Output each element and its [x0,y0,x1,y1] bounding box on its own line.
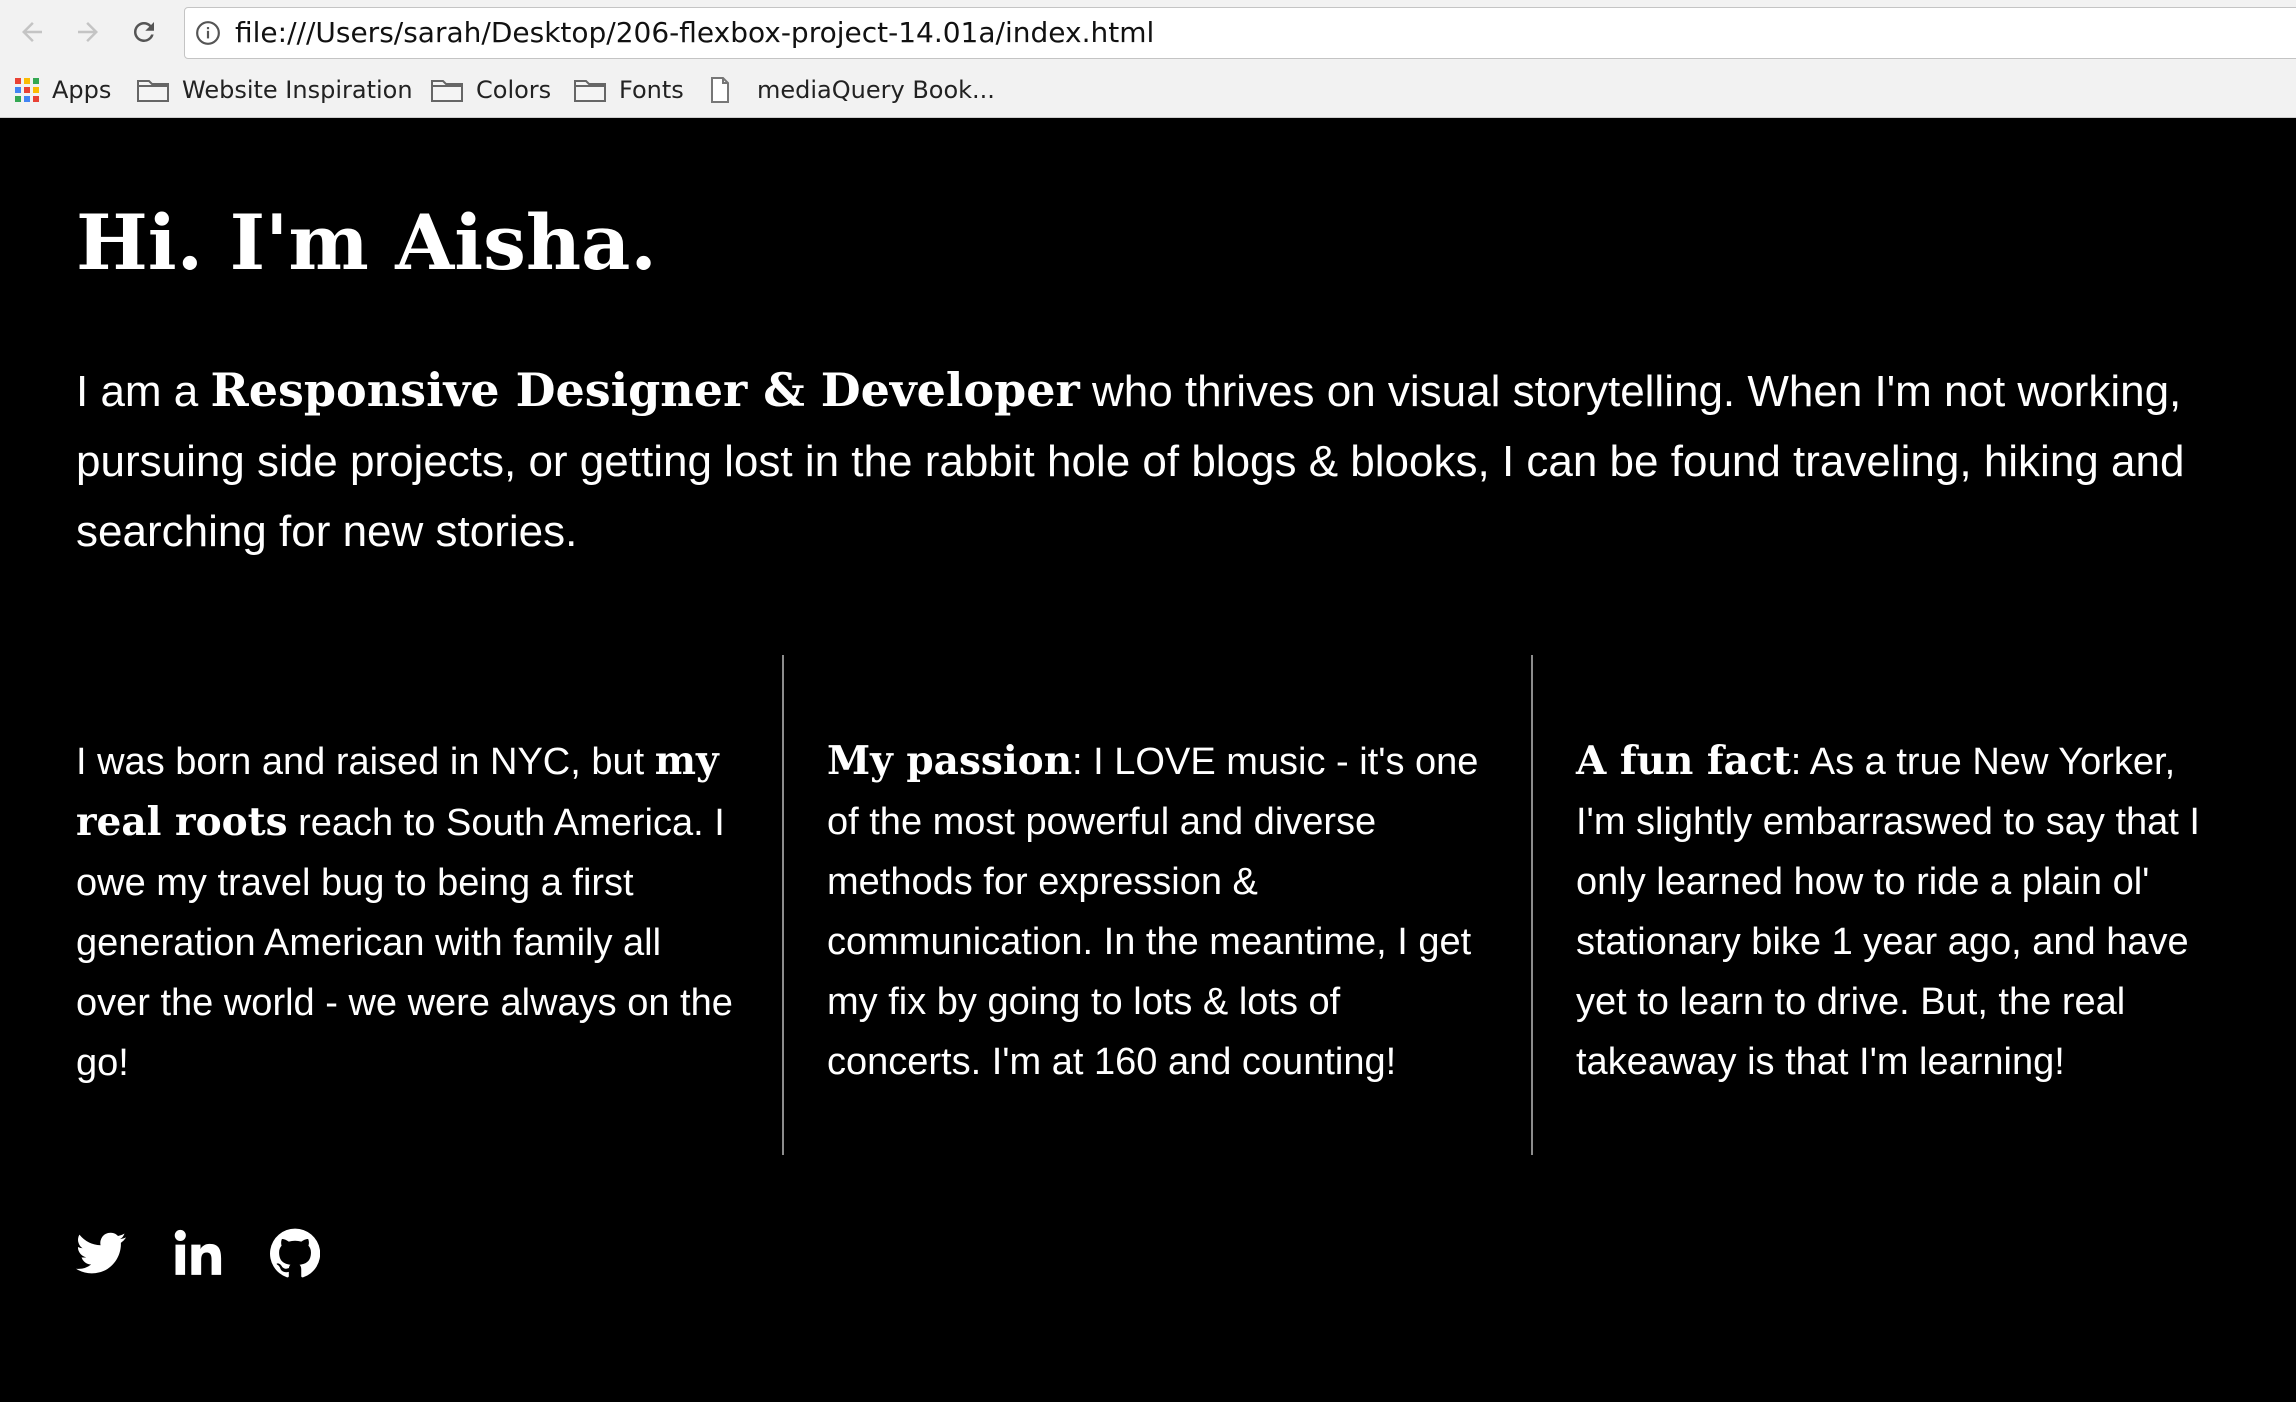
page-title: Hi. I'm Aisha. [76,198,657,287]
apps-grid-icon [15,78,39,102]
bookmarks-bar: Apps Website Inspiration Colors Fonts me… [0,70,2296,110]
intro-text-start: I am a [76,367,211,416]
social-links [76,1223,367,1283]
column-text-end: : As a true New Yorker, I'm slightly emb… [1576,741,2200,1083]
intro-paragraph: I am a Responsive Designer & Developer w… [76,355,2236,567]
browser-chrome: file:///Users/sarah/Desktop/206-flexbox-… [0,0,2296,118]
bookmark-label: Apps [52,76,112,104]
intro-highlight: Responsive Designer & Developer [210,363,1080,417]
twitter-link[interactable] [76,1228,126,1278]
bookmark-label: Colors [476,76,552,104]
github-link[interactable] [270,1228,320,1278]
page-content: Hi. I'm Aisha. I am a Responsive Designe… [0,118,2296,1402]
bookmark-fonts[interactable]: Fonts [573,70,684,110]
bookmark-label: Website Inspiration [182,76,413,104]
bookmark-colors[interactable]: Colors [430,70,551,110]
folder-icon [137,80,169,102]
bookmark-mediaquery-book[interactable]: mediaQuery Book... [709,70,995,110]
bookmark-label: Fonts [619,76,684,104]
address-bar[interactable]: file:///Users/sarah/Desktop/206-flexbox-… [184,7,2296,59]
about-column-passion: My passion: I LOVE music - it's one of t… [782,655,1531,1155]
bookmark-label: mediaQuery Book... [757,76,995,104]
linkedin-icon [174,1229,222,1275]
folder-icon [431,80,463,102]
arrow-left-icon [22,22,42,42]
bookmark-website-inspiration[interactable]: Website Inspiration [136,70,413,110]
info-icon[interactable] [195,20,221,46]
bookmark-apps[interactable]: Apps [14,70,111,110]
about-columns: I was born and raised in NYC, but my rea… [76,655,2221,1155]
column-text-end: : I LOVE music - it's one of the most po… [827,741,1479,1083]
page-icon [711,77,729,103]
twitter-icon [76,1232,126,1274]
about-column-fun-fact: A fun fact: As a true New Yorker, I'm sl… [1531,655,2221,1155]
forward-button[interactable] [70,14,106,50]
folder-icon [574,80,606,102]
column-highlight: My passion [827,738,1073,784]
github-icon [270,1228,320,1278]
reload-button[interactable] [126,14,162,50]
linkedin-link[interactable] [173,1228,223,1278]
column-highlight: A fun fact [1576,738,1791,784]
back-button[interactable] [14,14,50,50]
arrow-right-icon [78,22,98,42]
about-column-roots: I was born and raised in NYC, but my rea… [76,655,782,1155]
column-text-start: I was born and raised in NYC, but [76,741,655,783]
reload-icon [133,21,154,42]
url-text[interactable]: file:///Users/sarah/Desktop/206-flexbox-… [235,8,1154,58]
